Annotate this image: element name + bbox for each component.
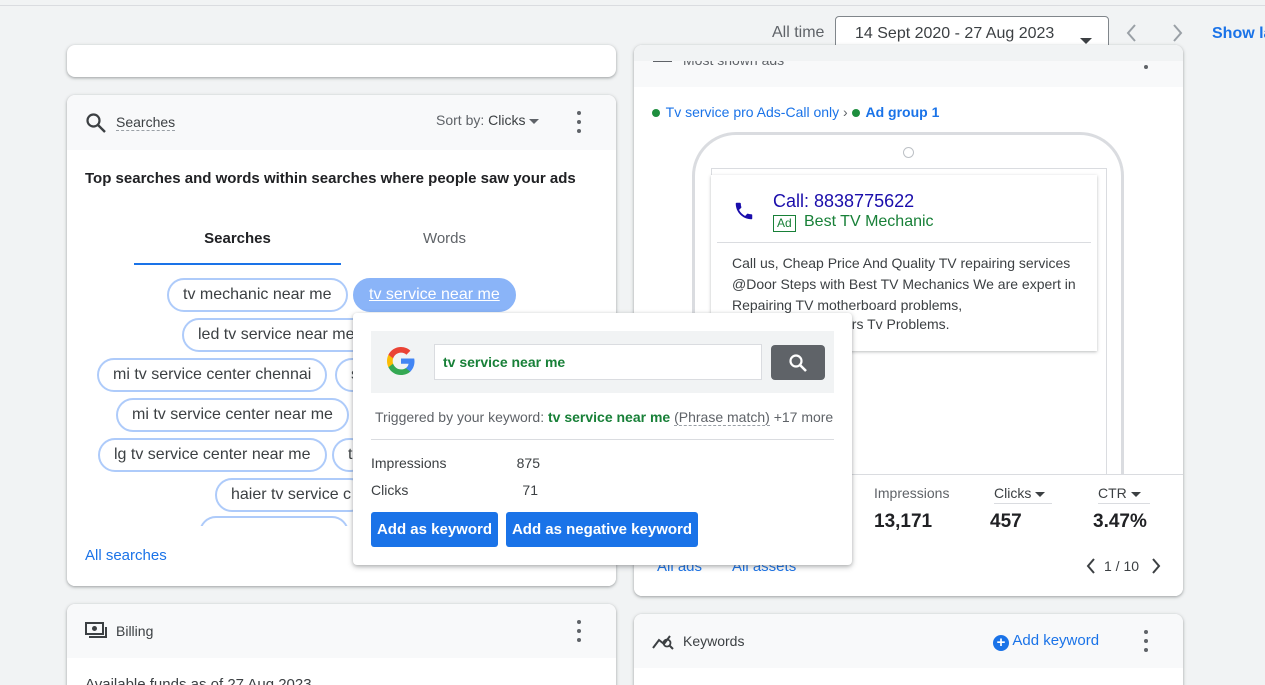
search-term-chip[interactable]: led tv service near me <box>182 318 371 352</box>
sort-arrow-icon <box>1130 485 1141 501</box>
next-ad-icon[interactable] <box>1149 557 1163 575</box>
stat-ctr-label: CTR <box>1098 485 1127 501</box>
stat-ctr-sort[interactable]: CTR <box>1098 485 1150 504</box>
popup-divider <box>371 439 834 440</box>
ad-badge: Ad <box>773 215 796 232</box>
search-term-chip[interactable]: tv mechanic near me <box>167 278 348 312</box>
dropdown-arrow-icon <box>529 112 540 128</box>
magnifier-icon <box>788 353 808 378</box>
date-filter-label: All time <box>772 24 825 41</box>
stat-clicks-sort[interactable]: Clicks <box>994 485 1052 504</box>
date-range-value: 14 Sept 2020 - 27 Aug 2023 <box>855 25 1055 42</box>
search-term-chip-selected[interactable]: tv service near me <box>353 278 516 312</box>
campaign-link[interactable]: Tv service pro Ads-Call only <box>666 104 840 120</box>
tab-words[interactable]: Words <box>341 230 548 247</box>
previous-period-icon[interactable] <box>1120 20 1144 46</box>
phone-icon <box>733 200 755 227</box>
tab-active-indicator <box>134 263 341 265</box>
popup-clicks-label: Clicks <box>371 482 409 498</box>
stat-ctr-value: 3.47% <box>1093 511 1147 532</box>
campaign-status-dot <box>652 109 660 117</box>
tab-searches[interactable]: Searches <box>134 230 341 247</box>
search-term-popup: tv service near me Triggered by your key… <box>353 313 852 565</box>
add-as-negative-keyword-button[interactable]: Add as negative keyword <box>506 512 698 547</box>
search-preview-box: tv service near me <box>371 331 834 393</box>
phone-camera <box>903 147 914 158</box>
keywords-card: Keywords + Add keyword <box>634 614 1183 685</box>
sort-arrow-icon <box>1035 485 1046 501</box>
ad-breadcrumb: Tv service pro Ads-Call only › Ad group … <box>652 104 939 120</box>
ad-group-status-dot <box>851 109 860 117</box>
popup-clicks-value: 71 <box>522 482 538 498</box>
search-icon <box>85 112 107 139</box>
breadcrumb-separator: › <box>843 104 848 120</box>
keywords-card-title: Keywords <box>683 633 745 649</box>
billing-card-title: Billing <box>116 623 154 639</box>
add-as-keyword-button[interactable]: Add as keyword <box>371 512 498 547</box>
ad-pagination: 1 / 10 <box>1104 558 1140 574</box>
search-term-chip[interactable]: lg tv service center near me <box>98 438 327 472</box>
sort-by-value: Clicks <box>488 112 526 128</box>
search-term-chip[interactable]: mi tv service center chennai <box>97 358 328 392</box>
searches-description: Top searches and words within searches w… <box>85 170 576 187</box>
ad-description: Call us, Cheap Price And Quality TV repa… <box>732 255 1076 313</box>
triggered-keyword-line: Triggered by your keyword: tv service ne… <box>375 409 834 426</box>
search-term-chip[interactable]: mi tv service center near me <box>116 398 349 432</box>
popup-impressions-label: Impressions <box>371 455 447 471</box>
next-period-icon[interactable] <box>1165 20 1189 46</box>
match-type-label[interactable]: (Phrase match) <box>674 409 770 426</box>
add-circle-icon: + <box>993 635 1009 651</box>
search-preview-input: tv service near me <box>434 344 762 380</box>
show-last-link[interactable]: Show la <box>1212 25 1265 43</box>
all-searches-link[interactable]: All searches <box>85 547 167 564</box>
top-divider <box>0 5 1265 6</box>
billing-icon <box>85 621 107 646</box>
triggered-prefix: Triggered by your keyword: <box>375 409 545 425</box>
ads-card-scroll-cover <box>634 45 1183 61</box>
stat-clicks-label: Clicks <box>994 485 1032 501</box>
search-preview-button <box>771 345 825 380</box>
keywords-trend-icon <box>652 631 676 656</box>
searches-card-title: Searches <box>116 114 176 131</box>
ad-description-tail: ers Tv Problems. <box>844 316 950 332</box>
billing-card: Billing Available funds as of 27 Aug 202… <box>67 604 616 685</box>
search-preview-query: tv service near me <box>443 354 566 370</box>
billing-funds-text: Available funds as of 27 Aug 2023 <box>85 676 312 685</box>
popup-impressions-value: 875 <box>516 455 540 471</box>
more-options-icon[interactable] <box>576 620 582 642</box>
search-term-chip[interactable]: haier tv service c <box>215 478 368 512</box>
stat-impressions-label: Impressions <box>874 485 950 501</box>
previous-ad-icon[interactable] <box>1084 557 1098 575</box>
add-keyword-label: Add keyword <box>1012 632 1100 649</box>
ad-divider <box>717 242 1091 243</box>
triggered-keyword: tv service near me <box>548 409 671 425</box>
sort-by-select[interactable]: Sort by: Clicks <box>436 112 540 128</box>
sort-by-prefix: Sort by: <box>436 112 485 128</box>
google-logo-icon <box>385 345 417 382</box>
ad-call-headline[interactable]: Call: 8838775622 <box>773 191 914 212</box>
ad-group-link[interactable]: Ad group 1 <box>866 104 940 120</box>
add-keyword-button[interactable]: + Add keyword <box>993 632 1099 651</box>
more-options-icon[interactable] <box>1143 630 1149 652</box>
more-options-icon[interactable] <box>576 111 582 133</box>
stat-impressions-value: 13,171 <box>874 511 933 532</box>
previous-card-bottom <box>67 45 616 77</box>
stat-clicks-value: 457 <box>990 511 1022 532</box>
ad-business-name: Best TV Mechanic <box>804 213 934 230</box>
more-keywords-link[interactable]: +17 more <box>774 409 834 425</box>
